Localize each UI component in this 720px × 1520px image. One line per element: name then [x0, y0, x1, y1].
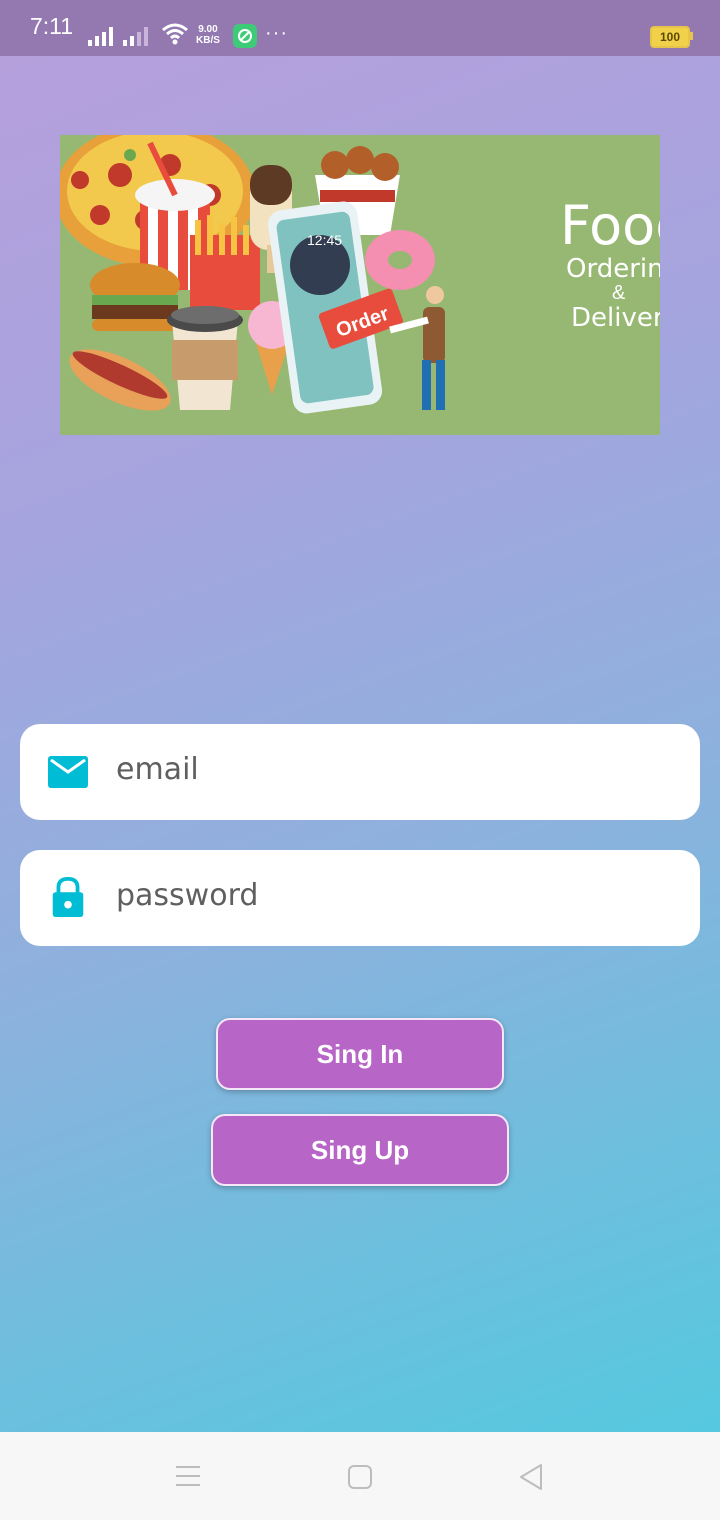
- wifi-icon: [162, 23, 188, 45]
- app-notification-icon: [233, 24, 257, 48]
- battery-icon: 100: [650, 26, 690, 48]
- speed-value: 9.00: [198, 24, 218, 35]
- menu-icon[interactable]: [174, 1464, 202, 1488]
- password-field[interactable]: password: [20, 850, 700, 946]
- navigation-bar: [0, 1432, 720, 1520]
- more-notifications-icon: ···: [265, 22, 288, 44]
- status-time: 7:11: [30, 13, 74, 39]
- signal-icon: [123, 27, 148, 46]
- email-field[interactable]: email: [20, 724, 700, 820]
- speed-unit: KB/S: [196, 35, 220, 46]
- food-banner-image: Order 12:45 Food Ordering & Delivery: [60, 135, 660, 435]
- network-speed: 9.00 KB/S: [196, 24, 220, 46]
- banner-title: Food Ordering & Delivery: [560, 194, 660, 334]
- signal-icon: [88, 27, 113, 46]
- banner-title-delivery: Delivery: [571, 303, 660, 333]
- banner-title-ampersand: &: [612, 282, 626, 304]
- banner-title-food: Food: [560, 194, 660, 257]
- battery-tip: [690, 32, 693, 40]
- lock-icon: [52, 876, 84, 918]
- password-placeholder: password: [116, 878, 259, 913]
- home-icon[interactable]: [347, 1464, 373, 1490]
- email-placeholder: email: [116, 752, 199, 787]
- sign-in-button[interactable]: Sing In: [216, 1018, 504, 1090]
- back-icon[interactable]: [517, 1462, 545, 1492]
- sign-up-button[interactable]: Sing Up: [211, 1114, 509, 1186]
- email-icon: [48, 756, 88, 788]
- phone-clock: 12:45: [307, 232, 342, 248]
- order-sign-text: Order: [333, 303, 392, 342]
- status-bar: 7:11 9.00 KB/S ··· 100: [0, 0, 720, 56]
- banner-title-ordering: Ordering: [566, 254, 660, 284]
